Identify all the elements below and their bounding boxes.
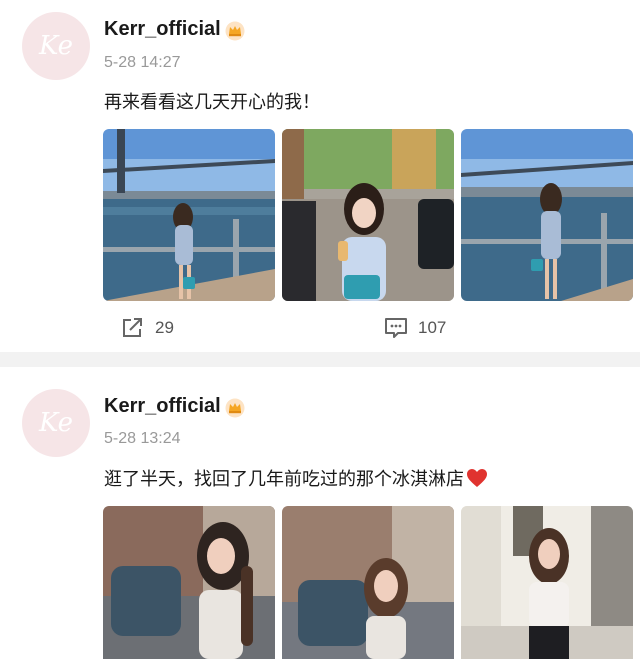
- post-text-content: 逛了半天，找回了几年前吃过的那个冰淇淋店: [104, 469, 464, 490]
- username[interactable]: Kerr_official: [104, 18, 221, 41]
- share-count: 29: [155, 318, 174, 337]
- post-photo[interactable]: [103, 506, 275, 659]
- post-photo[interactable]: [461, 129, 633, 301]
- crown-badge-icon: [225, 398, 245, 418]
- feed-post: Ke Kerr_official 5-28 13:24 逛了半天，找回了几年前吃…: [0, 367, 640, 659]
- post-timestamp: 5-28 13:24: [104, 430, 181, 447]
- share-icon: [123, 318, 142, 337]
- post-photo[interactable]: [103, 129, 275, 301]
- avatar[interactable]: Ke: [22, 389, 90, 457]
- comment-count: 107: [418, 318, 447, 337]
- post-timestamp: 5-28 14:27: [104, 54, 181, 71]
- post-photo[interactable]: [461, 506, 633, 659]
- post-text: 逛了半天，找回了几年前吃过的那个冰淇淋店: [104, 465, 488, 491]
- post-photo[interactable]: [282, 506, 454, 659]
- post-text: 再来看看这几天开心的我！: [104, 92, 320, 113]
- crown-badge-icon: [225, 21, 245, 41]
- share-button[interactable]: 29: [121, 316, 174, 340]
- post-photo[interactable]: [282, 129, 454, 301]
- comment-icon: [385, 318, 407, 338]
- heart-emoji-icon: [467, 469, 487, 487]
- comment-button[interactable]: 107: [384, 316, 446, 340]
- avatar[interactable]: Ke: [22, 12, 90, 80]
- feed-post: Ke Kerr_official 5-28 14:27 再来看看这几天开心的我！: [0, 0, 640, 352]
- username[interactable]: Kerr_official: [104, 395, 221, 418]
